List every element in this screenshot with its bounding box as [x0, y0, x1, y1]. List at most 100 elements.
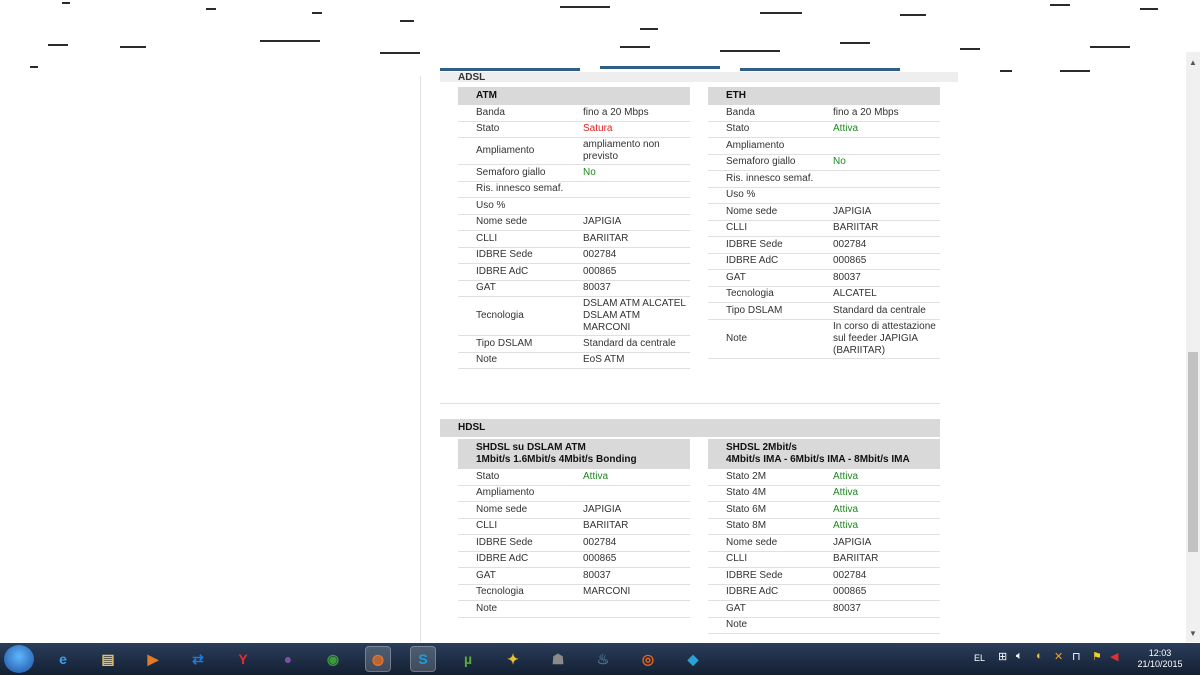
table-row: IDBRE AdC 000865	[708, 254, 940, 270]
row-value: fino a 20 Mbps	[833, 106, 899, 118]
clock-time: 12:03	[1148, 648, 1172, 658]
row-value: BARIITAR	[583, 520, 629, 532]
row-label: Nome sede	[726, 205, 778, 217]
row-value: Attiva	[833, 123, 859, 135]
tor-browser-icon[interactable]: ●	[275, 646, 301, 672]
shdsl-atm-title-line2: 1Mbit/s 1.6Mbit/s 4Mbit/s Bonding	[476, 454, 637, 465]
table-row: Stato 8M Attiva	[708, 519, 940, 535]
row-label: CLLI	[726, 553, 748, 565]
table-row: Ampliamento	[708, 138, 940, 155]
yandex-browser-icon[interactable]: Y	[230, 646, 256, 672]
utorrent-icon[interactable]: µ	[455, 646, 481, 672]
row-label: Tecnologia	[476, 310, 524, 321]
row-label: IDBRE Sede	[476, 249, 533, 261]
table-row: Stato Attiva	[458, 469, 690, 486]
game-app-icon[interactable]: ☗	[545, 646, 571, 672]
table-row: CLLI BARIITAR	[708, 552, 940, 568]
row-label: Stato 2M	[726, 470, 767, 482]
table-row: Stato Satura	[458, 122, 690, 138]
internet-explorer-icon[interactable]: e	[50, 646, 76, 672]
system-clock[interactable]: 12:03 21/10/2015	[1130, 648, 1190, 670]
row-value: BARIITAR	[833, 222, 879, 234]
origin-icon[interactable]: ◎	[635, 646, 661, 672]
row-label: Note	[476, 602, 498, 614]
row-label: Semaforo giallo	[476, 166, 546, 178]
table-row: Ris. innesco semaf.	[708, 171, 940, 188]
file-explorer-icon[interactable]: ▤	[95, 646, 121, 672]
tray-tool-icon[interactable]: ✕	[1054, 650, 1063, 663]
atm-title: ATM	[458, 87, 690, 105]
network-icon[interactable]: ⊓	[1072, 650, 1081, 663]
row-label: CLLI	[476, 520, 498, 532]
row-label: Stato	[476, 470, 500, 482]
table-row: IDBRE AdC 000865	[458, 264, 690, 281]
atm-rows: Banda fino a 20 Mbps Stato Satura Ampliament…	[458, 105, 690, 369]
row-label: CLLI	[476, 232, 498, 244]
row-label: GAT	[726, 271, 746, 283]
table-row: Semaforo giallo No	[458, 165, 690, 182]
row-value: Attiva	[833, 503, 859, 515]
table-row: IDBRE Sede 002784	[708, 568, 940, 585]
shdsl-ima-title: SHDSL 2Mbit/s 4Mbit/s IMA - 6Mbit/s IMA …	[708, 439, 940, 469]
table-row: Stato 2M Attiva	[708, 469, 940, 486]
row-label: Ampliamento	[726, 139, 785, 151]
shdsl-ima-rows: Stato 2M Attiva Stato 4M Attiva Stato 6M Atti…	[708, 469, 940, 634]
row-label: IDBRE AdC	[726, 255, 779, 267]
scroll-down-icon[interactable]: ▼	[1189, 629, 1197, 638]
volume-muted-icon[interactable]: ◀	[1110, 650, 1118, 663]
windows-flag-icon[interactable]: ⊞	[998, 650, 1007, 663]
notification-flag-icon[interactable]: ⚑	[1092, 650, 1102, 663]
row-label: IDBRE Sede	[726, 238, 783, 250]
speaker-icon[interactable]: 🔈︎	[1016, 650, 1023, 663]
puzzle-app-icon[interactable]: ✦	[500, 646, 526, 672]
row-label: GAT	[476, 569, 496, 581]
scroll-up-icon[interactable]: ▲	[1189, 58, 1197, 67]
row-value: Attiva	[583, 470, 609, 482]
row-value: JAPIGIA	[583, 216, 622, 228]
steam-icon[interactable]: ♨	[590, 646, 616, 672]
atm-table: ATM Banda fino a 20 Mbps Stato Satura Amplia…	[458, 87, 690, 369]
start-button[interactable]	[4, 645, 34, 673]
row-value: JAPIGIA	[583, 503, 622, 515]
scrollbar-thumb[interactable]	[1188, 352, 1198, 552]
teamviewer-icon[interactable]: ⇄	[185, 646, 211, 672]
vertical-scrollbar[interactable]: ▲ ▼	[1186, 52, 1200, 642]
row-value: No	[583, 166, 596, 178]
table-row: Ris. innesco semaf.	[458, 182, 690, 198]
row-label: Ris. innesco semaf.	[726, 172, 814, 184]
row-value: 000865	[833, 255, 867, 267]
table-row: IDBRE AdC 000865	[708, 585, 940, 601]
tray-app-icon[interactable]: ◐	[1036, 650, 1043, 662]
row-label: Stato	[726, 123, 750, 135]
table-row: GAT 80037	[708, 270, 940, 287]
row-value: In corso di attestazione sul feeder JAPI…	[833, 320, 936, 356]
language-indicator[interactable]: EL	[974, 653, 985, 663]
section-header-adsl: ADSL	[440, 72, 958, 82]
media-player-icon[interactable]: ▶	[140, 646, 166, 672]
row-label: Ris. innesco semaf.	[476, 183, 564, 195]
shdsl-atm-title: SHDSL su DSLAM ATM 1Mbit/s 1.6Mbit/s 4Mb…	[458, 439, 690, 469]
skype-icon[interactable]: S	[410, 646, 436, 672]
row-value	[833, 145, 940, 147]
row-value	[833, 178, 940, 180]
row-value	[583, 188, 690, 190]
row-label: Uso %	[476, 199, 506, 211]
row-value: BARIITAR	[833, 553, 879, 565]
table-row: Stato Attiva	[708, 122, 940, 138]
row-value	[583, 492, 690, 494]
chrome-icon[interactable]: ◉	[320, 646, 346, 672]
table-row: Ampliamento	[458, 486, 690, 502]
table-row: GAT 80037	[458, 568, 690, 585]
row-label: Ampliamento	[476, 487, 535, 499]
shdsl-ima-title-line1: SHDSL 2Mbit/s	[726, 442, 797, 453]
row-value: ampliamento non previsto	[583, 139, 660, 162]
row-label: Tecnologia	[726, 288, 774, 300]
kodi-icon[interactable]: ◆	[680, 646, 706, 672]
row-value: JAPIGIA	[833, 536, 872, 548]
clock-date: 21/10/2015	[1137, 659, 1183, 669]
firefox-icon[interactable]: ◍	[365, 646, 391, 672]
table-row: Ampliamento ampliamento non previsto	[458, 138, 690, 165]
table-row: IDBRE Sede 002784	[458, 535, 690, 552]
row-value: MARCONI	[583, 586, 631, 598]
table-row: Stato 4M Attiva	[708, 486, 940, 502]
